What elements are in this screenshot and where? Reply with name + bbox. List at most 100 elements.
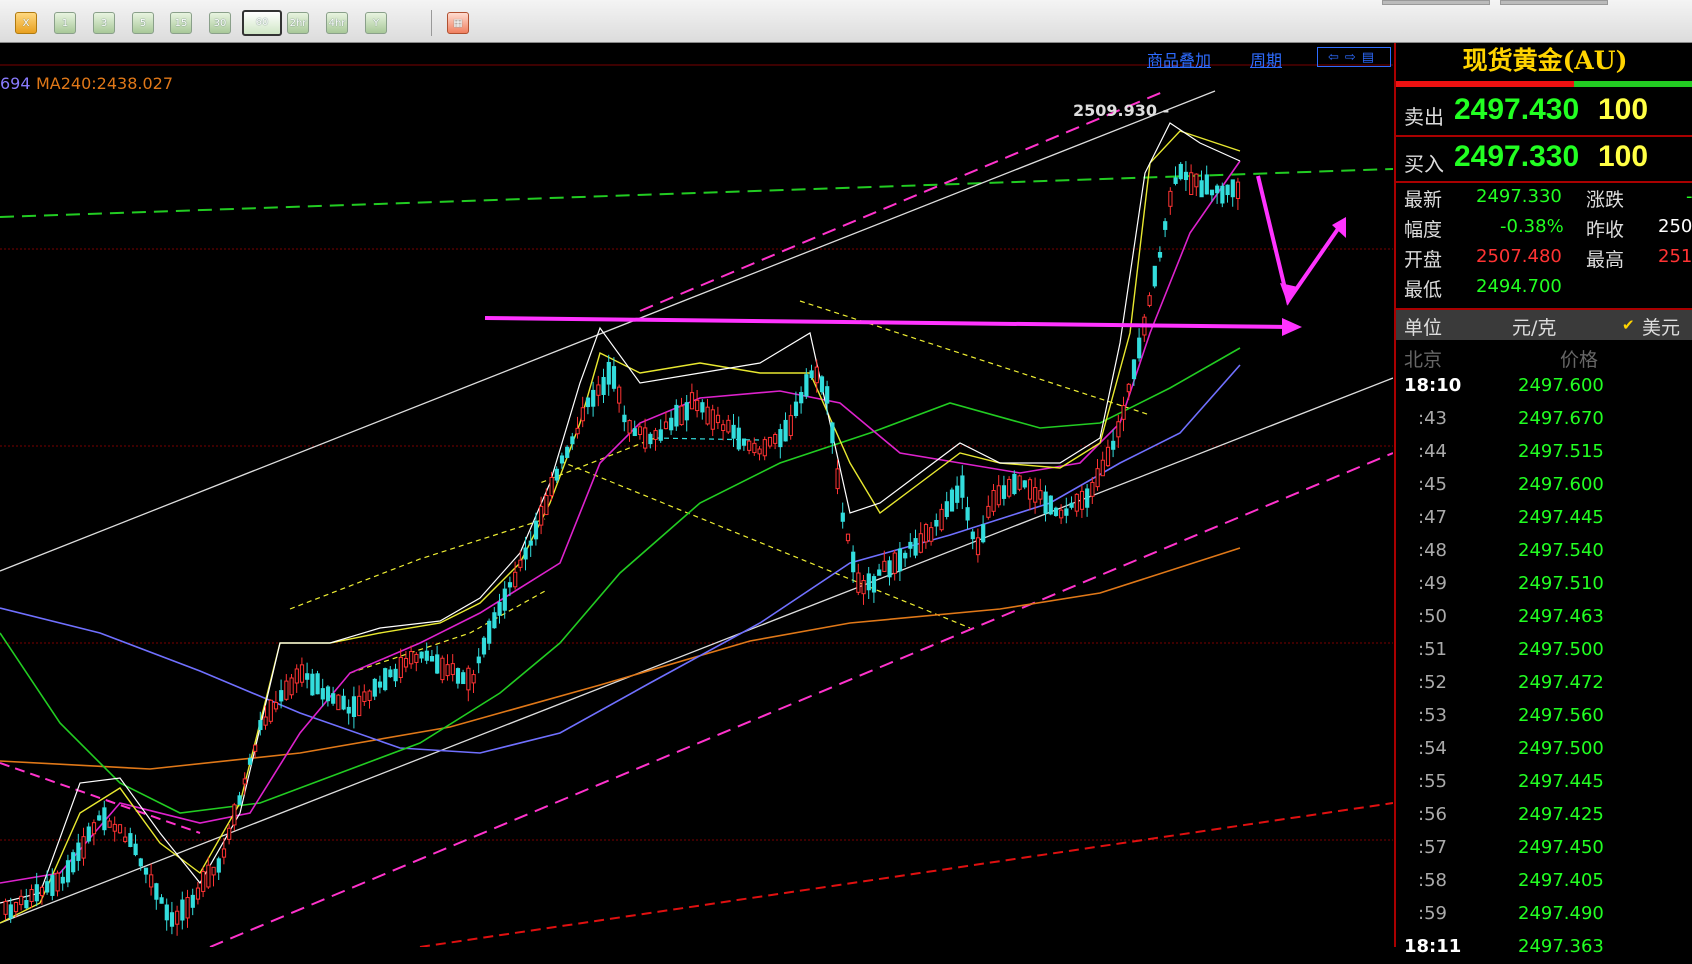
candle-body — [981, 524, 986, 543]
window-button-2[interactable] — [1500, 0, 1608, 5]
period-4hr-button[interactable]: 4hr — [326, 12, 348, 34]
tick-row: :54 2497.500 — [1396, 736, 1692, 766]
candle-body — [851, 551, 856, 573]
candle-body — [419, 651, 424, 659]
tick-price: 2497.600 — [1518, 474, 1604, 495]
tick-row: :50 2497.463 — [1396, 604, 1692, 634]
candle-body — [653, 430, 658, 440]
candle-body — [507, 582, 513, 588]
candle-body — [970, 531, 975, 540]
nav-right-icon[interactable]: ⇨ — [1345, 50, 1362, 65]
exit-button[interactable]: X — [15, 12, 37, 34]
candlestick-chart[interactable]: 2509.930 - 694 MA240:2438.027 商品叠加 周期 ⇦⇨… — [0, 43, 1393, 947]
currency-label[interactable]: 美元 — [1642, 313, 1680, 340]
candle-body — [487, 620, 492, 644]
candle-body — [1173, 177, 1178, 184]
period-year-button[interactable]: Y — [365, 12, 387, 34]
candle-body — [726, 419, 731, 433]
period-15-button[interactable]: 15 — [170, 12, 192, 34]
candle-body — [81, 836, 86, 859]
candle-body — [877, 569, 882, 576]
candle-body — [346, 706, 351, 714]
candle-body — [351, 696, 357, 717]
candle-body — [1001, 485, 1007, 499]
candle-body — [263, 716, 268, 726]
change-value: - — [1686, 186, 1692, 207]
calendar-icon[interactable]: ▦ — [447, 12, 469, 34]
candle-body — [1095, 468, 1100, 488]
candle-body — [112, 823, 117, 832]
candle-body — [1204, 174, 1209, 195]
candle-body — [1163, 221, 1168, 230]
tick-time: :58 — [1418, 870, 1447, 891]
tick-time: 18:10 — [1404, 375, 1462, 396]
currency-checkbox-icon[interactable]: ✔ — [1622, 316, 1635, 334]
candle-body — [211, 866, 216, 876]
candle-body — [1074, 493, 1079, 512]
candle-body — [1033, 487, 1038, 503]
candle-body — [1194, 173, 1199, 188]
period-30-button[interactable]: 30 — [209, 12, 231, 34]
ma-magenta-line — [0, 160, 1241, 884]
candle-body — [1157, 252, 1163, 258]
sell-price: 2497.430 — [1454, 93, 1580, 126]
candle-body — [559, 455, 565, 464]
candle-body — [1048, 495, 1053, 515]
candle-body — [377, 681, 383, 688]
candle-body — [762, 439, 767, 457]
candle-body — [107, 820, 112, 828]
candle-body — [1178, 163, 1183, 180]
period-60-button[interactable]: 60 — [242, 10, 282, 36]
candle-body — [1090, 481, 1095, 497]
candle-body — [1209, 189, 1215, 196]
channel-dashed-line — [0, 762, 201, 834]
candle-body — [19, 895, 24, 906]
chart-canvas: 2509.930 - — [0, 64, 1393, 947]
candle-body — [606, 361, 611, 385]
candle-body — [445, 664, 450, 677]
candle-body — [1121, 405, 1126, 420]
period-1-button[interactable]: 1 — [54, 12, 76, 34]
candle-body — [273, 702, 279, 710]
sell-row: 卖出 2497.430 100 — [1396, 89, 1692, 135]
support-dashed-line — [419, 802, 1393, 947]
candle-body — [918, 533, 923, 553]
period-2hr-button[interactable]: 2hr — [287, 12, 309, 34]
tick-price: 2497.425 — [1518, 804, 1604, 825]
period-5-button[interactable]: 5 — [132, 12, 154, 34]
candle-body — [29, 889, 34, 903]
window-button-1[interactable] — [1382, 0, 1490, 5]
buy-row: 买入 2497.330 100 — [1396, 136, 1692, 182]
candle-body — [414, 653, 419, 663]
open-value: 2507.480 — [1476, 246, 1562, 267]
period-3-button[interactable]: 3 — [93, 12, 115, 34]
candle-body — [689, 392, 695, 410]
nav-arrows[interactable]: ⇦⇨▤ — [1317, 47, 1391, 67]
candle-body — [388, 669, 393, 678]
tick-time: :54 — [1418, 738, 1447, 759]
period-link[interactable]: 周期 — [1250, 47, 1282, 71]
overlay-link[interactable]: 商品叠加 — [1147, 47, 1211, 71]
high-price-annotation: 2509.930 - — [1073, 101, 1169, 120]
nav-left-icon[interactable]: ⇦ — [1328, 50, 1345, 65]
candle-body — [923, 524, 929, 543]
tick-row: :49 2497.510 — [1396, 571, 1692, 601]
tick-price: 2497.450 — [1518, 837, 1604, 858]
candle-body — [778, 429, 783, 448]
unit-value[interactable]: 元/克 — [1512, 313, 1556, 340]
candle-body — [871, 576, 877, 593]
ma-orange-line — [0, 547, 1241, 770]
candle-body — [180, 899, 185, 921]
candle-body — [76, 842, 81, 861]
candle-body — [242, 778, 247, 785]
ticks-price-header: 价格 — [1560, 349, 1599, 371]
candle-body — [570, 436, 575, 445]
candle-body — [799, 392, 804, 404]
layout-icon[interactable]: ▤ — [1362, 50, 1380, 65]
candle-body — [861, 580, 866, 595]
neckline-arrow — [484, 316, 1291, 329]
candle-body — [845, 533, 851, 542]
candle-body — [45, 881, 50, 893]
ma240-label: MA240:2438.027 — [36, 74, 174, 93]
candle-body — [237, 795, 242, 805]
